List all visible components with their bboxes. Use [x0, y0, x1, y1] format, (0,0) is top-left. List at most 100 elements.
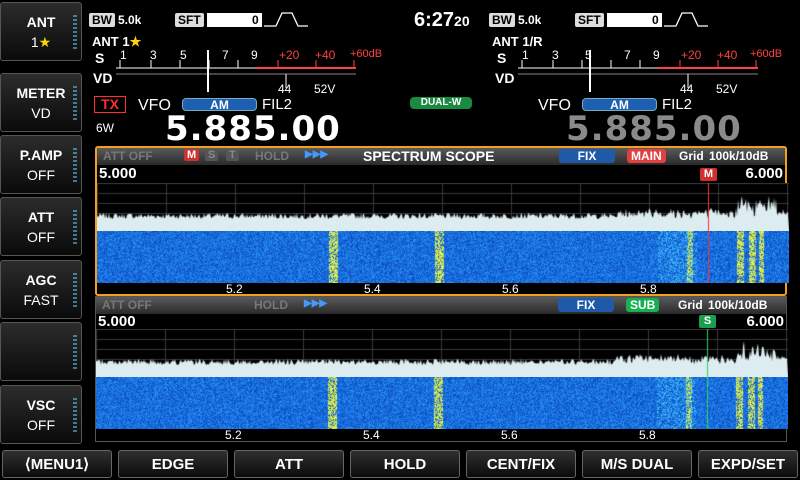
- span-label: 100k/10dB: [708, 298, 768, 312]
- cent-fix-button[interactable]: CENT/FIX: [466, 450, 576, 478]
- side-button-att[interactable]: ATT OFF: [0, 197, 82, 256]
- vd-tick-52: 52V: [314, 82, 336, 96]
- freq-tick-5-2: 5.2: [225, 428, 242, 442]
- side-button-value: VD: [31, 104, 51, 121]
- s-tick-plus20: +20: [681, 48, 702, 62]
- expd-set-button[interactable]: EXPD/SET: [698, 450, 798, 478]
- fix-badge: FIX: [558, 298, 614, 312]
- s-tick-7: 7: [624, 48, 631, 62]
- freq-tick-5-6: 5.6: [502, 282, 519, 296]
- grip-icon: [73, 398, 77, 432]
- side-button-blank[interactable]: [0, 322, 82, 381]
- side-button-agc[interactable]: AGC FAST: [0, 260, 82, 319]
- scope-title: SPECTRUM SCOPE: [363, 148, 495, 164]
- edge-button[interactable]: EDGE: [118, 450, 228, 478]
- s-tick-5: 5: [180, 48, 187, 62]
- side-button-label: ATT: [27, 208, 55, 225]
- main-sft-indicator[interactable]: SFT 0: [175, 13, 262, 27]
- filter-shape-icon: [264, 12, 308, 27]
- side-button-ant[interactable]: ANT 1★: [0, 2, 82, 61]
- s-tick-3: 3: [552, 48, 559, 62]
- menu1-button[interactable]: ⟨MENU1⟩: [2, 450, 112, 478]
- s-tick-1: 1: [120, 48, 127, 62]
- grip-icon: [73, 86, 77, 120]
- meter-s-label: S: [95, 50, 105, 66]
- sub-antenna-label: ANT 1/R: [492, 34, 543, 49]
- s-tick-plus20: +20: [279, 48, 300, 62]
- freq-tick-5-4: 5.4: [363, 428, 380, 442]
- freq-tick-5-8: 5.8: [640, 282, 657, 296]
- main-badge: MAIN: [627, 149, 666, 163]
- side-button-meter[interactable]: METER VD: [0, 73, 82, 132]
- grip-icon: [73, 15, 77, 49]
- s-tick-5: 5: [585, 48, 592, 62]
- grip-icon: [73, 148, 77, 182]
- spectrum-display[interactable]: [97, 183, 789, 231]
- dual-watch-badge: DUAL-W: [410, 97, 472, 109]
- fix-badge: FIX: [559, 149, 615, 163]
- tx-indicator: TX: [94, 96, 126, 113]
- side-button-value: 1: [30, 33, 39, 50]
- att-indicator: ATT OFF: [102, 298, 152, 312]
- side-button-label: P.AMP: [19, 146, 63, 163]
- sub-sft-indicator[interactable]: SFT 0: [575, 13, 662, 27]
- hold-indicator: HOLD: [254, 298, 288, 312]
- s-tick-plus60: +60dB: [750, 48, 783, 60]
- side-button-label: ANT: [26, 13, 56, 30]
- side-button-value: OFF: [27, 166, 55, 183]
- meter-vd-label: VD: [495, 70, 515, 86]
- s-tick-9: 9: [653, 48, 660, 62]
- side-button-vsc[interactable]: VSC OFF: [0, 385, 82, 444]
- t-badge: T: [226, 149, 239, 161]
- side-button-value: OFF: [27, 416, 55, 433]
- grid-label: Grid: [679, 149, 704, 163]
- sub-frequency[interactable]: 5.885.00: [566, 109, 742, 149]
- s-tick-7: 7: [222, 48, 229, 62]
- sub-badge: SUB: [626, 298, 660, 312]
- freq-tick-5-6: 5.6: [501, 428, 518, 442]
- spectrum-display[interactable]: [96, 329, 788, 377]
- clock: 6:2720: [414, 9, 470, 31]
- filter-shape-icon: [664, 12, 708, 27]
- m-badge: M: [184, 149, 200, 161]
- main-frequency[interactable]: 5.885.00: [165, 109, 341, 149]
- vd-tick-52: 52V: [716, 82, 738, 96]
- att-indicator: ATT OFF: [103, 149, 153, 163]
- power-label: 6W: [96, 121, 114, 135]
- star-icon: ★: [38, 33, 52, 50]
- grip-icon: [73, 210, 77, 244]
- span-label: 100k/10dB: [709, 149, 769, 163]
- hold-indicator: HOLD: [255, 149, 289, 163]
- side-button-pamp[interactable]: P.AMP OFF: [0, 135, 82, 194]
- side-button-label: AGC: [25, 271, 57, 288]
- s-badge: S: [205, 149, 219, 161]
- sub-bw-indicator[interactable]: BW 5.0k: [489, 13, 562, 27]
- s-tick-plus40: +40: [717, 48, 738, 62]
- att-button[interactable]: ATT: [234, 450, 344, 478]
- sub-spectrum-scope[interactable]: ATT OFF HOLD ▶▶▶ FIX SUB Grid 100k/10dB …: [95, 296, 788, 442]
- s-tick-1: 1: [522, 48, 529, 62]
- side-button-value: OFF: [27, 228, 55, 245]
- main-marker: M: [700, 168, 717, 181]
- scope-right-edge: 6.000: [745, 165, 783, 182]
- freq-tick-5-4: 5.4: [364, 282, 381, 296]
- side-button-label: METER: [16, 84, 66, 101]
- scope-left-edge: 5.000: [98, 313, 136, 330]
- waterfall-display[interactable]: [97, 231, 789, 283]
- scope-status-bar: ATT OFF M S T HOLD ▶▶▶ SPECTRUM SCOPE FI…: [97, 148, 785, 165]
- main-spectrum-scope[interactable]: ATT OFF M S T HOLD ▶▶▶ SPECTRUM SCOPE FI…: [95, 146, 789, 296]
- s-tick-9: 9: [251, 48, 258, 62]
- ms-dual-button[interactable]: M/S DUAL: [582, 450, 692, 478]
- scope-status-bar: ATT OFF HOLD ▶▶▶ FIX SUB Grid 100k/10dB: [96, 297, 786, 314]
- hold-button[interactable]: HOLD: [350, 450, 460, 478]
- meter-vd-label: VD: [93, 70, 113, 86]
- sweep-arrows-icon: ▶▶▶: [304, 298, 328, 309]
- grip-icon: [73, 273, 77, 307]
- waterfall-display[interactable]: [96, 377, 788, 429]
- freq-tick-5-2: 5.2: [226, 282, 243, 296]
- side-button-label: VSC: [26, 396, 56, 413]
- meter-s-label: S: [497, 50, 507, 66]
- s-tick-plus40: +40: [315, 48, 336, 62]
- grid-label: Grid: [678, 298, 703, 312]
- main-bw-indicator[interactable]: BW 5.0k: [89, 13, 162, 27]
